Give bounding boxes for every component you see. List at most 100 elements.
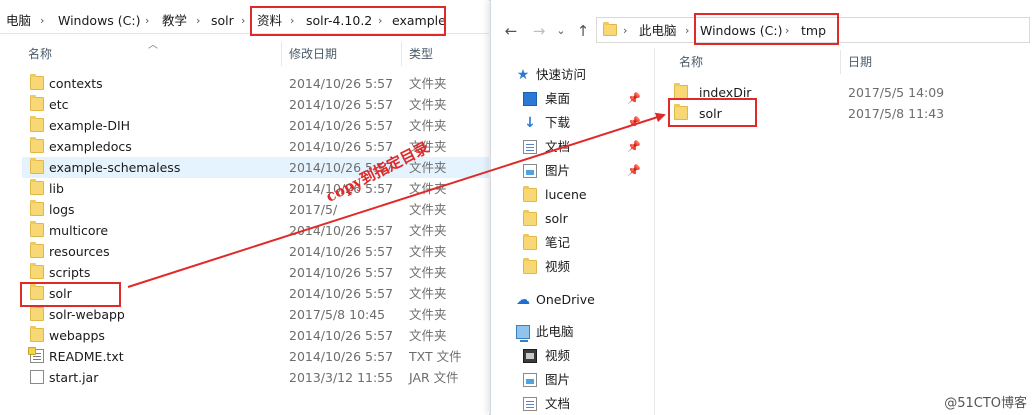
tree-item-downloads[interactable]: ↓ 下载 📌 [523, 112, 654, 134]
file-row[interactable]: example-DIH 2014/10/26 5:57 文件夹 [22, 115, 489, 136]
chevron-right-icon: › [685, 24, 690, 37]
file-row[interactable]: start.jar 2013/3/12 11:55 JAR 文件 [22, 367, 489, 388]
folder-icon [603, 22, 617, 36]
folder-icon [30, 95, 44, 111]
tree-item-label: OneDrive [536, 292, 595, 307]
picture-icon [523, 164, 537, 178]
tree-item-label: 快速访问 [536, 67, 587, 82]
tree-item-onedrive[interactable]: ☁ OneDrive [516, 289, 654, 311]
tree-item-documents[interactable]: 文档 📌 [523, 136, 654, 158]
pane-divider[interactable] [654, 48, 655, 415]
file-row[interactable]: indexDir 2017/5/5 14:09 [666, 82, 1030, 103]
left-explorer-window: 电脑 › Windows (C:) › 教学 › solr › 资料 › sol… [0, 0, 489, 415]
file-row-solr[interactable]: solr 2014/10/26 5:57 文件夹 [22, 283, 489, 304]
tree-item-desktop[interactable]: 桌面 📌 [523, 88, 654, 110]
file-row[interactable]: resources 2014/10/26 5:57 文件夹 [22, 241, 489, 262]
tree-item-quick-access[interactable]: ★ 快速访问 [516, 64, 654, 86]
file-type: 文件夹 [409, 76, 447, 91]
folder-icon [30, 221, 44, 237]
file-row[interactable]: etc 2014/10/26 5:57 文件夹 [22, 94, 489, 115]
tree-item-videos-quick[interactable]: 视频 [523, 256, 654, 278]
file-date: 2017/5/8 11:43 [848, 106, 945, 121]
tree-item-notes[interactable]: 笔记 [523, 232, 654, 254]
file-row[interactable]: lib 2014/10/26 5:57 文件夹 [22, 178, 489, 199]
file-row[interactable]: logs 2017/5/文件夹 [22, 199, 489, 220]
column-header-date[interactable]: 日期 [848, 50, 872, 74]
file-name: solr [699, 106, 722, 121]
column-header-name[interactable]: 名称 [679, 50, 703, 74]
pin-icon[interactable]: 📌 [627, 116, 641, 129]
forward-arrow-icon[interactable]: → [527, 18, 551, 44]
folder-icon [30, 305, 44, 321]
column-divider[interactable] [401, 42, 402, 66]
chevron-right-icon: › [290, 14, 295, 27]
folder-icon [30, 137, 44, 153]
chevron-right-icon: › [378, 14, 383, 27]
file-date: 2014/10/26 5:57 [289, 265, 394, 280]
folder-icon [523, 210, 537, 226]
tree-item-this-pc[interactable]: 此电脑 [516, 321, 654, 343]
tree-item-documents-pc[interactable]: 文档 [523, 393, 654, 413]
tree-item-videos[interactable]: 视频 [523, 345, 654, 367]
breadcrumb-teaching[interactable]: 教学 [162, 8, 187, 34]
file-row[interactable]: solr-webapp 2017/5/8 10:45 文件夹 [22, 304, 489, 325]
document-icon [523, 397, 537, 411]
desktop-icon [523, 92, 537, 106]
back-arrow-icon[interactable]: ← [499, 18, 523, 44]
folder-icon [523, 186, 537, 202]
chevron-right-icon: › [241, 14, 246, 27]
tree-item-label: 桌面 [545, 91, 571, 106]
right-address-bar[interactable]: › 此电脑 › Windows (C:) › tmp [596, 17, 1030, 43]
pin-icon[interactable]: 📌 [627, 140, 641, 153]
tree-item-label: 图片 [545, 163, 571, 178]
file-name: multicore [49, 223, 109, 238]
folder-icon [30, 242, 44, 258]
chevron-down-icon[interactable]: ⌄ [549, 18, 573, 44]
tree-item-label: lucene [545, 187, 587, 202]
breadcrumb-pc[interactable]: 电脑 [6, 8, 31, 34]
file-type: JAR 文件 [409, 370, 459, 385]
file-row[interactable]: README.txt 2014/10/26 5:57 TXT 文件 [22, 346, 489, 367]
file-type: 文件夹 [409, 244, 447, 259]
column-divider[interactable] [840, 50, 841, 74]
file-type: 文件夹 [409, 265, 447, 280]
file-name: example-DIH [49, 118, 131, 133]
document-icon [523, 140, 537, 154]
tree-item-lucene[interactable]: lucene [523, 184, 654, 206]
breadcrumb-tmp[interactable]: tmp [801, 18, 826, 44]
file-name: start.jar [49, 370, 99, 385]
left-address-bar[interactable]: 电脑 › Windows (C:) › 教学 › solr › 资料 › sol… [0, 8, 489, 34]
up-arrow-icon[interactable]: ↑ [571, 18, 595, 44]
file-date: 2017/5/5 14:09 [848, 85, 945, 100]
breadcrumb-solr-version[interactable]: solr-4.10.2 [306, 8, 372, 34]
file-row[interactable]: scripts 2014/10/26 5:57 文件夹 [22, 262, 489, 283]
breadcrumb-drive[interactable]: Windows (C:) [58, 8, 140, 34]
cloud-icon: ☁ [516, 292, 530, 308]
breadcrumb-materials[interactable]: 资料 [257, 8, 282, 34]
star-icon: ★ [516, 67, 530, 83]
pin-icon[interactable]: 📌 [627, 92, 641, 105]
folder-icon [30, 284, 44, 300]
column-header-name[interactable]: 名称 [28, 42, 52, 66]
folder-icon [30, 200, 44, 216]
tree-item-label: 视频 [545, 348, 571, 363]
file-name: exampledocs [49, 139, 132, 154]
folder-icon [674, 104, 688, 120]
folder-icon [30, 74, 44, 90]
breadcrumb-solr[interactable]: solr [211, 8, 234, 34]
file-row[interactable]: webapps 2014/10/26 5:57 文件夹 [22, 325, 489, 346]
pin-icon[interactable]: 📌 [627, 164, 641, 177]
tree-item-solr[interactable]: solr [523, 208, 654, 230]
breadcrumb-example[interactable]: example [392, 8, 446, 34]
tree-item-pictures-pc[interactable]: 图片 [523, 369, 654, 391]
column-divider[interactable] [281, 42, 282, 66]
file-row[interactable]: contexts 2014/10/26 5:57 文件夹 [22, 73, 489, 94]
breadcrumb-drive[interactable]: Windows (C:) [700, 18, 782, 44]
column-header-type[interactable]: 类型 [409, 42, 433, 66]
tree-item-pictures[interactable]: 图片 📌 [523, 160, 654, 182]
column-header-date[interactable]: 修改日期 [289, 42, 337, 66]
breadcrumb-this-pc[interactable]: 此电脑 [639, 18, 677, 44]
file-row-solr-copied[interactable]: solr 2017/5/8 11:43 [666, 103, 1030, 124]
file-row[interactable]: multicore 2014/10/26 5:57 文件夹 [22, 220, 489, 241]
jar-file-icon [30, 370, 44, 384]
